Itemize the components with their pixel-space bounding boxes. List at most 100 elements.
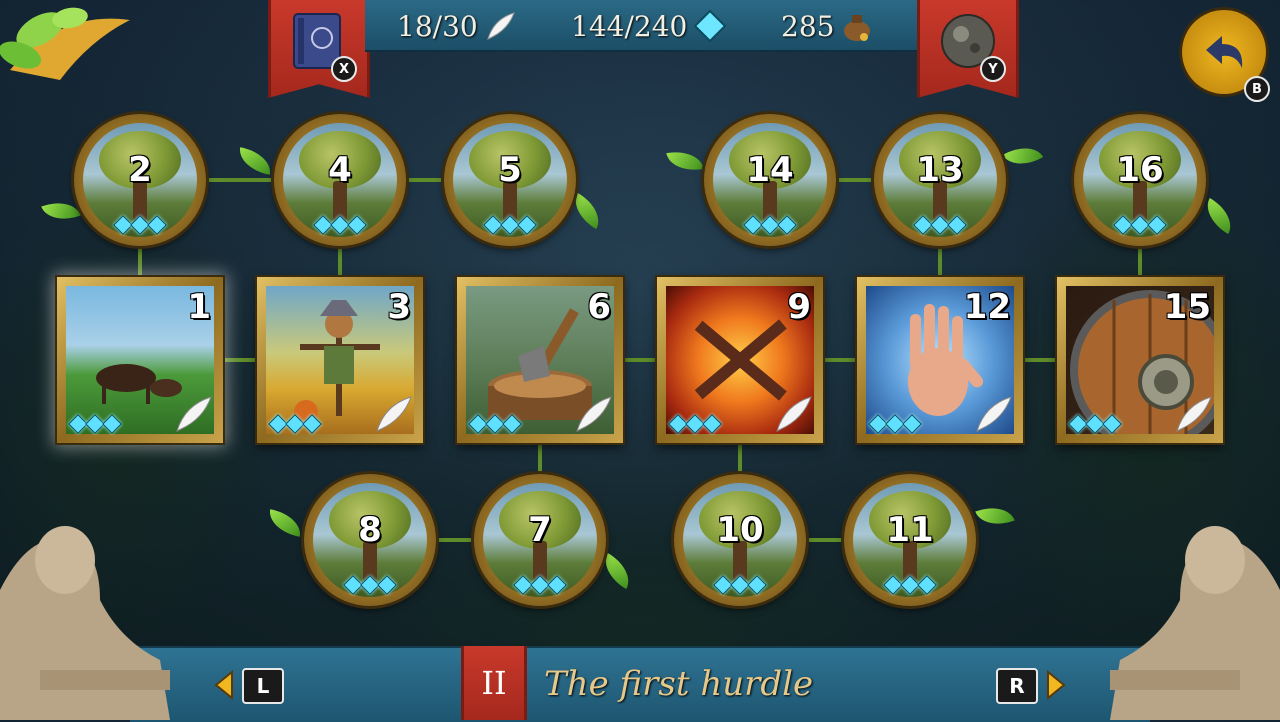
feather-icon bbox=[486, 12, 515, 40]
feather-icon bbox=[376, 396, 412, 432]
star-gems bbox=[704, 215, 836, 235]
star-gems bbox=[74, 215, 206, 235]
journal-key-badge: X bbox=[331, 56, 357, 82]
resource-bar: 18/30 144/240 285 bbox=[365, 0, 917, 52]
level-node[interactable]: 15 bbox=[1057, 277, 1223, 443]
gem-icon bbox=[547, 575, 567, 595]
orb-banner[interactable]: Y bbox=[917, 0, 1019, 98]
chapter-numeral: II bbox=[461, 646, 527, 720]
gem-icon bbox=[517, 215, 537, 235]
gem-counter: 144/240 bbox=[571, 6, 727, 46]
vine-link bbox=[835, 178, 875, 182]
level-number: 3 bbox=[387, 287, 411, 327]
level-number: 15 bbox=[1163, 287, 1211, 327]
gem-icon bbox=[502, 414, 522, 434]
vine-link bbox=[805, 538, 845, 542]
level-number: 13 bbox=[916, 150, 964, 190]
back-key-badge: B bbox=[1244, 76, 1270, 102]
tree-level-node[interactable]: 4 bbox=[274, 114, 406, 246]
level-number: 7 bbox=[528, 510, 552, 550]
star-gems bbox=[474, 575, 606, 595]
prev-chapter-button[interactable]: L bbox=[242, 668, 284, 704]
tree-level-node[interactable]: 10 bbox=[674, 474, 806, 606]
level-number: 6 bbox=[587, 287, 611, 327]
star-gems bbox=[1068, 414, 1122, 434]
star-gems bbox=[304, 575, 436, 595]
level-number: 9 bbox=[787, 287, 811, 327]
level-number: 11 bbox=[886, 510, 934, 550]
vine-link bbox=[622, 358, 658, 362]
star-gems bbox=[674, 575, 806, 595]
feather-counter: 18/30 bbox=[397, 6, 518, 46]
level-node[interactable]: 1 bbox=[57, 277, 223, 443]
gem-icon bbox=[1102, 414, 1122, 434]
vine-link bbox=[1138, 244, 1142, 278]
tree-level-node[interactable]: 5 bbox=[444, 114, 576, 246]
gem-icon bbox=[377, 575, 397, 595]
gem-icon bbox=[947, 215, 967, 235]
vine-link bbox=[538, 442, 542, 474]
gem-icon bbox=[777, 215, 797, 235]
tree-level-node[interactable]: 13 bbox=[874, 114, 1006, 246]
level-node[interactable]: 3 bbox=[257, 277, 423, 443]
level-number: 8 bbox=[358, 510, 382, 550]
vine-link bbox=[822, 358, 858, 362]
tree-level-node[interactable]: 7 bbox=[474, 474, 606, 606]
back-button[interactable]: B bbox=[1182, 10, 1270, 102]
level-number: 14 bbox=[746, 150, 794, 190]
corner-leaf-ornament bbox=[0, 0, 140, 90]
feather-icon bbox=[776, 396, 812, 432]
gem-icon bbox=[302, 414, 322, 434]
vine-link bbox=[738, 442, 742, 474]
gem-icon bbox=[902, 414, 922, 434]
tree-level-node[interactable]: 2 bbox=[74, 114, 206, 246]
star-gems bbox=[444, 215, 576, 235]
feather-icon bbox=[176, 396, 212, 432]
leaf-decoration bbox=[975, 499, 1015, 533]
level-number: 2 bbox=[128, 150, 152, 190]
leaf-decoration bbox=[1002, 137, 1044, 175]
level-number: 12 bbox=[963, 287, 1011, 327]
star-gems bbox=[874, 215, 1006, 235]
star-gems bbox=[274, 215, 406, 235]
level-number: 16 bbox=[1116, 150, 1164, 190]
chapter-title: The first hurdle bbox=[544, 664, 814, 704]
leaf-decoration bbox=[236, 147, 274, 175]
gem-icon bbox=[347, 215, 367, 235]
next-chapter-button[interactable]: R bbox=[996, 668, 1038, 704]
gem-icon bbox=[693, 9, 727, 43]
level-number: 4 bbox=[328, 150, 352, 190]
star-gems bbox=[1074, 215, 1206, 235]
coin-bag-icon bbox=[844, 15, 871, 41]
vine-link bbox=[338, 244, 342, 278]
statue-right bbox=[1110, 526, 1280, 720]
prev-arrow-icon[interactable] bbox=[214, 670, 234, 700]
gem-icon bbox=[147, 215, 167, 235]
level-node[interactable]: 12 bbox=[857, 277, 1023, 443]
level-number: 5 bbox=[498, 150, 522, 190]
feather-icon bbox=[576, 396, 612, 432]
gem-count: 144/240 bbox=[571, 9, 688, 43]
star-gems bbox=[268, 414, 322, 434]
vine-link bbox=[405, 178, 445, 182]
next-arrow-icon[interactable] bbox=[1046, 670, 1066, 700]
level-number: 1 bbox=[187, 287, 211, 327]
level-node[interactable]: 6 bbox=[457, 277, 623, 443]
statue-left bbox=[0, 526, 170, 720]
leaf-decoration bbox=[666, 147, 704, 175]
gem-icon bbox=[917, 575, 937, 595]
star-gems bbox=[68, 414, 122, 434]
vine-link bbox=[205, 178, 277, 182]
gem-icon bbox=[747, 575, 767, 595]
coin-counter: 285 bbox=[781, 6, 874, 46]
tree-level-node[interactable]: 8 bbox=[304, 474, 436, 606]
journal-banner[interactable]: X bbox=[268, 0, 370, 98]
coin-count: 285 bbox=[781, 9, 835, 43]
tree-level-node[interactable]: 11 bbox=[844, 474, 976, 606]
tree-level-node[interactable]: 16 bbox=[1074, 114, 1206, 246]
feather-icon bbox=[1176, 396, 1212, 432]
feather-count: 18/30 bbox=[397, 9, 478, 43]
vine-link bbox=[222, 358, 258, 362]
tree-level-node[interactable]: 14 bbox=[704, 114, 836, 246]
level-node[interactable]: 9 bbox=[657, 277, 823, 443]
